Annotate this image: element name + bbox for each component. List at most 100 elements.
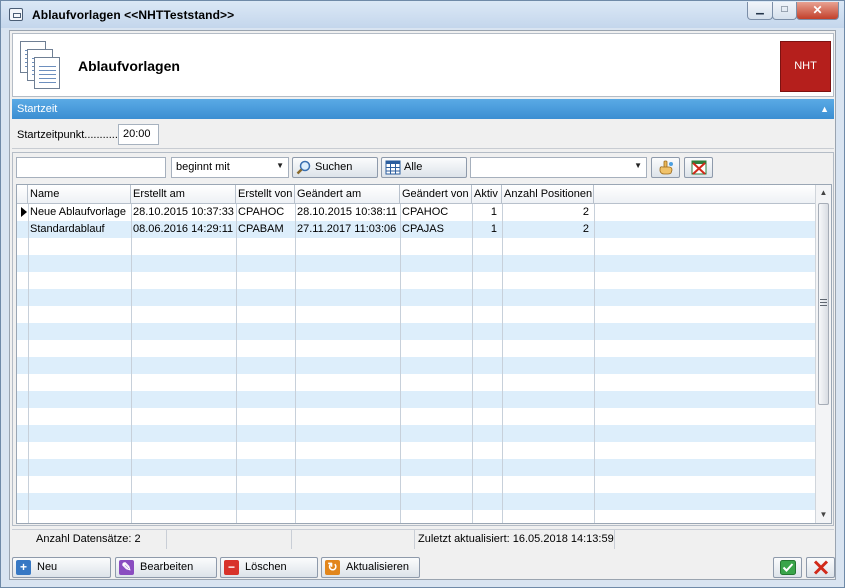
column-header-erstellt-am[interactable]: Erstellt am [131, 185, 236, 204]
delete-button[interactable]: − Löschen [220, 557, 318, 578]
table-row[interactable] [17, 510, 815, 523]
chevron-down-icon: ▼ [276, 161, 284, 170]
table-row[interactable] [17, 357, 815, 374]
list-panel: beginnt mit ▼ Suchen Alle ▼ Name Erstell… [12, 152, 834, 526]
app-window: Ablaufvorlagen <<NHTTeststand>> ▁ □ ✕ Ab… [0, 0, 845, 588]
vertical-scrollbar[interactable]: ▲ ▼ [815, 185, 831, 523]
show-all-button[interactable]: Alle [381, 157, 467, 178]
table-cell: Standardablauf [30, 223, 105, 235]
column-divider [236, 204, 237, 523]
templates-table[interactable]: Name Erstellt am Erstellt von Geändert a… [16, 184, 832, 524]
column-divider [28, 204, 29, 523]
close-window-button[interactable]: ✕ [796, 2, 839, 20]
refresh-button[interactable]: ↻ Aktualisieren [321, 557, 420, 578]
column-divider [502, 204, 503, 523]
page-title: Ablaufvorlagen [78, 58, 180, 74]
column-filter-select[interactable]: ▼ [470, 157, 647, 178]
table-cell: 1 [490, 206, 497, 218]
table-cell: 2 [582, 206, 589, 218]
new-button[interactable]: + Neu [12, 557, 111, 578]
edit-button[interactable]: ✎ Bearbeiten [115, 557, 217, 578]
column-header-geaendert-von[interactable]: Geändert von [400, 185, 472, 204]
column-divider [400, 204, 401, 523]
search-text-input[interactable] [16, 157, 166, 178]
column-header-anzahl-positionen[interactable]: Anzahl Positionen [502, 185, 594, 204]
column-header-name[interactable]: Name [28, 185, 131, 204]
match-mode-value: beginnt mit [176, 161, 230, 173]
table-cell: CPAHOC [238, 206, 285, 218]
grip-icon [820, 299, 827, 306]
chevron-down-icon: ▼ [634, 161, 642, 170]
table-row[interactable] [17, 391, 815, 408]
scroll-up-icon[interactable]: ▲ [816, 185, 831, 201]
title-bar[interactable]: Ablaufvorlagen <<NHTTeststand>> ▁ □ ✕ [1, 1, 844, 28]
table-row[interactable] [17, 476, 815, 493]
header-panel: Ablaufvorlagen NHT [12, 33, 834, 97]
startzeitpunkt-label: Startzeitpunkt........... [17, 129, 118, 141]
section-title: Startzeit [17, 103, 58, 115]
table-cell: 28.10.2015 10:38:11 [297, 206, 398, 218]
filter-settings-button[interactable] [651, 157, 680, 178]
status-spacer [167, 530, 292, 549]
checkmark-icon [780, 560, 796, 575]
show-all-button-label: Alle [404, 161, 423, 173]
table-row[interactable] [17, 289, 815, 306]
cross-icon [813, 560, 829, 575]
startzeitpunkt-input[interactable]: 20:00 [118, 124, 159, 145]
table-cell: CPABAM [238, 223, 284, 235]
table-body: Name Erstellt am Erstellt von Geändert a… [17, 185, 815, 523]
search-button-label: Suchen [315, 161, 353, 173]
cancel-button[interactable] [806, 557, 835, 578]
column-divider [594, 204, 595, 523]
table-row[interactable] [17, 272, 815, 289]
table-row[interactable] [17, 238, 815, 255]
column-divider [295, 204, 296, 523]
table-row[interactable] [17, 493, 815, 510]
magnifier-icon [296, 160, 311, 175]
minimize-button[interactable]: ▁ [747, 2, 773, 20]
clear-filter-button[interactable] [684, 157, 713, 178]
record-count: Anzahl Datensätze: 2 [12, 530, 167, 549]
table-row[interactable] [17, 408, 815, 425]
maximize-button[interactable]: □ [772, 2, 797, 20]
table-cell: CPAJAS [402, 223, 444, 235]
startzeit-section-header[interactable]: Startzeit ▲ [12, 99, 834, 119]
action-bar: + Neu ✎ Bearbeiten − Löschen ↻ Aktualisi… [10, 553, 835, 579]
delete-button-label: Löschen [245, 561, 287, 573]
table-row[interactable] [17, 306, 815, 323]
search-button[interactable]: Suchen [292, 157, 378, 178]
scroll-down-icon[interactable]: ▼ [816, 507, 831, 523]
table-row[interactable] [17, 442, 815, 459]
table-icon [385, 160, 401, 175]
refresh-icon: ↻ [325, 560, 340, 575]
column-header-erstellt-von[interactable]: Erstellt von [236, 185, 295, 204]
table-row[interactable] [17, 459, 815, 476]
table-row[interactable] [17, 255, 815, 272]
column-divider [472, 204, 473, 523]
table-remove-icon [691, 160, 707, 175]
table-cell: 1 [490, 223, 497, 235]
table-cell: CPAHOC [402, 206, 449, 218]
window-menu-icon[interactable] [9, 8, 23, 21]
table-row[interactable] [17, 340, 815, 357]
table-cell: 28.10.2015 10:37:33 [133, 206, 234, 218]
collapse-chevron-icon[interactable]: ▲ [820, 99, 829, 119]
table-row[interactable] [17, 323, 815, 340]
refresh-button-label: Aktualisieren [346, 561, 409, 573]
column-divider [131, 204, 132, 523]
nht-logo-badge: NHT [780, 41, 831, 92]
column-header-geaendert-am[interactable]: Geändert am [295, 185, 400, 204]
table-row[interactable] [17, 425, 815, 442]
pencil-icon: ✎ [119, 560, 134, 575]
scroll-thumb[interactable] [818, 203, 829, 405]
dialog-body: Ablaufvorlagen NHT Startzeit ▲ Startzeit… [9, 30, 836, 580]
minus-icon: − [224, 560, 239, 575]
status-bar: Anzahl Datensätze: 2 Zuletzt aktualisier… [12, 529, 834, 549]
match-mode-select[interactable]: beginnt mit ▼ [171, 157, 289, 178]
ok-button[interactable] [773, 557, 802, 578]
column-header-aktiv[interactable]: Aktiv [472, 185, 502, 204]
table-row[interactable]: Neue Ablaufvorlage 28.10.2015 10:37:33 CPA… [17, 204, 815, 221]
table-row[interactable]: Standardablauf 08.06.2016 14:29:11 CPABAM 2… [17, 221, 815, 238]
table-header: Name Erstellt am Erstellt von Geändert a… [17, 185, 815, 204]
table-row[interactable] [17, 374, 815, 391]
